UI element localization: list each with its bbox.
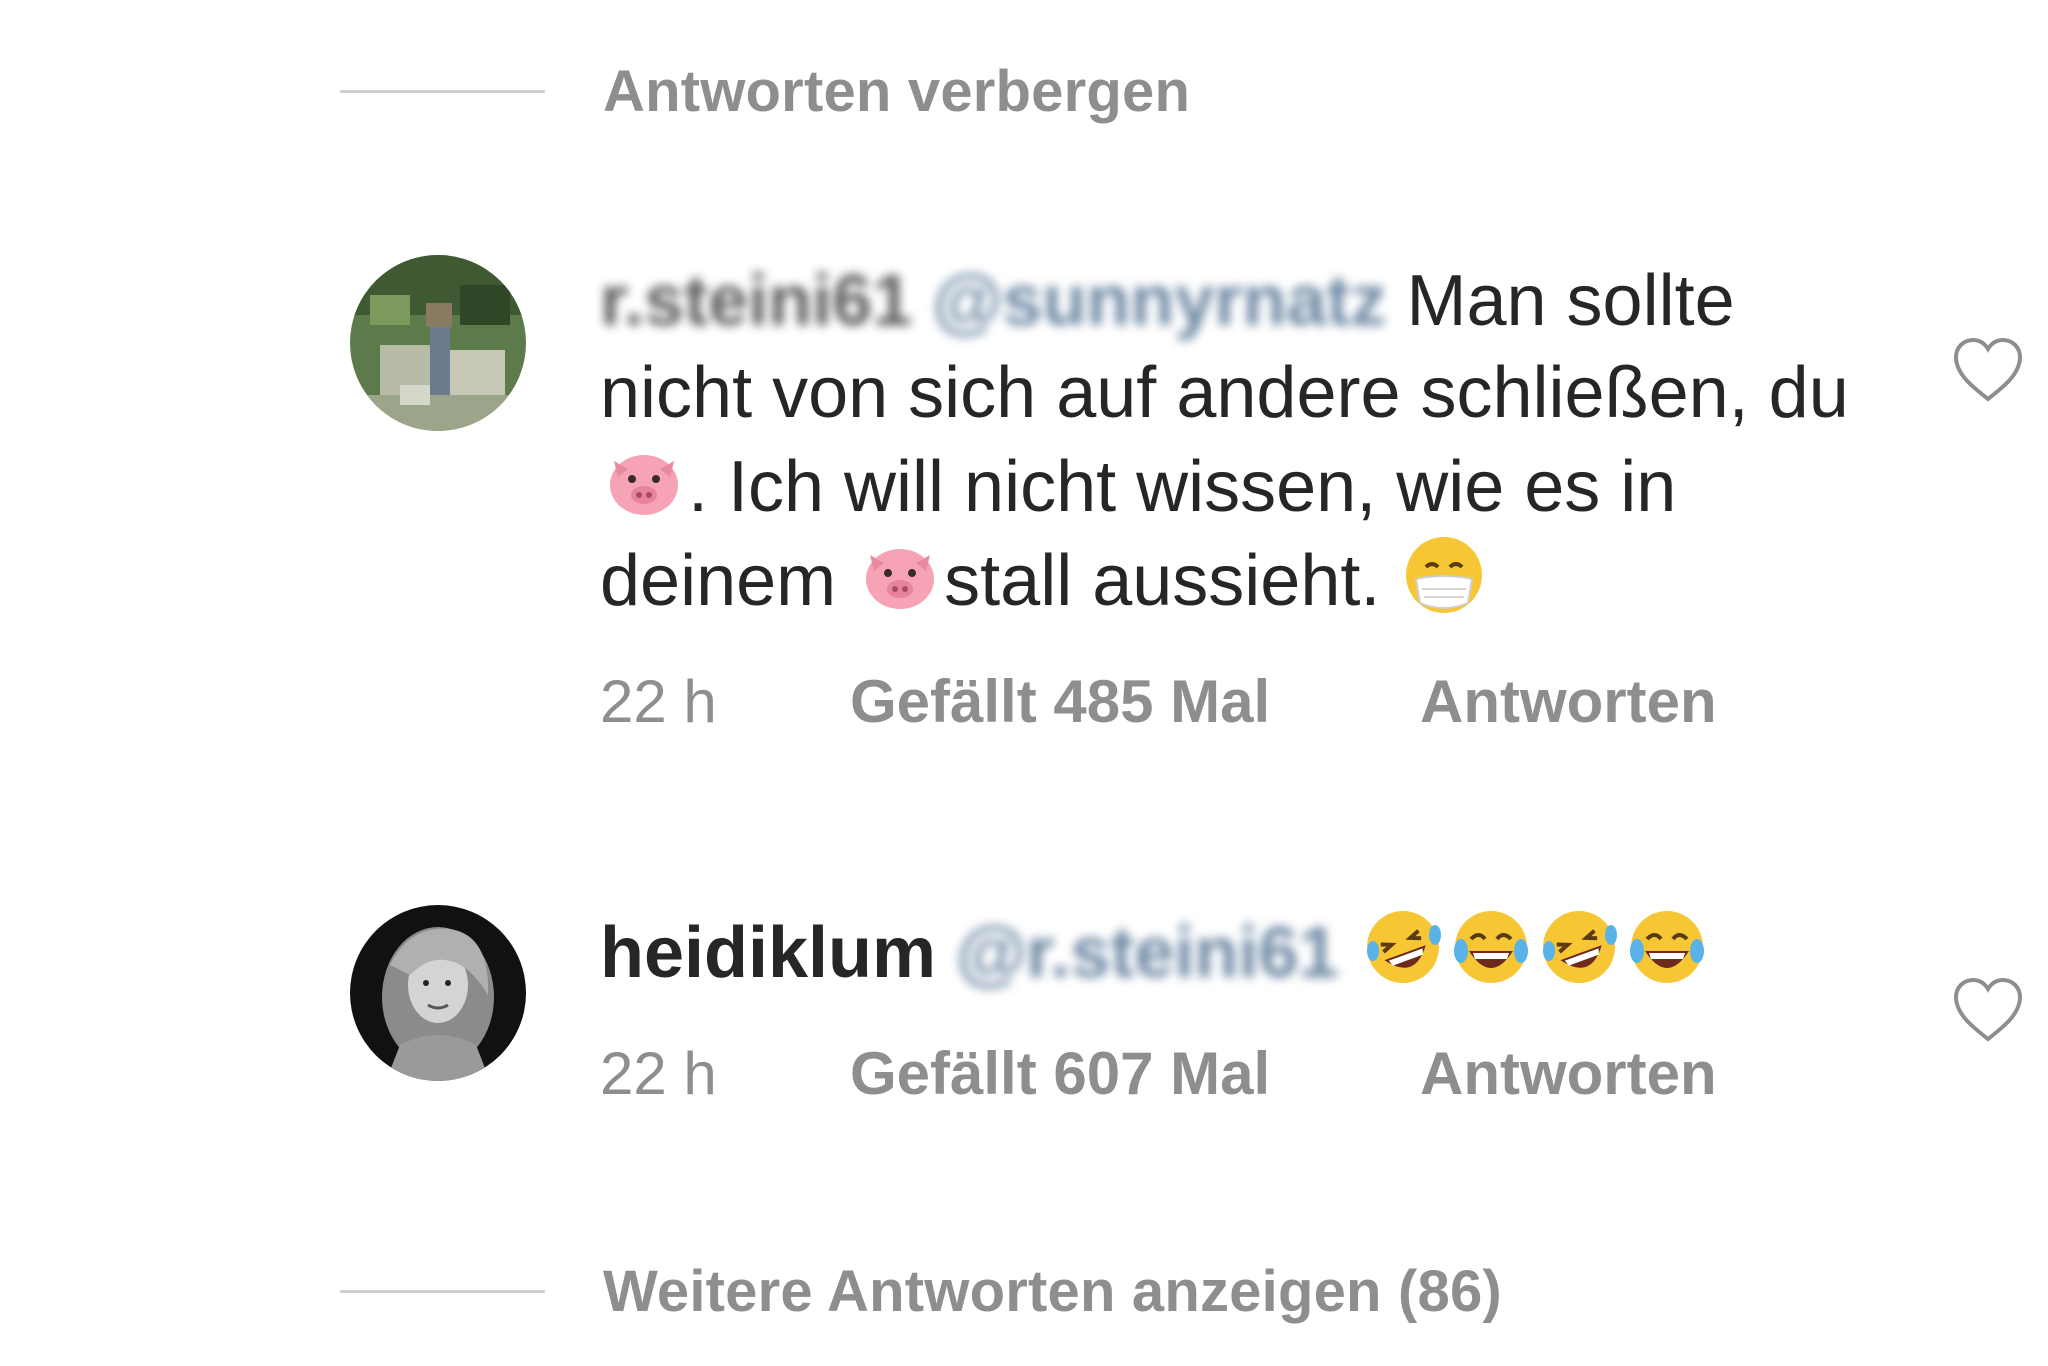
reply-button[interactable]: Antworten <box>1420 1039 1717 1108</box>
heart-outline-icon[interactable] <box>1950 975 2026 1045</box>
view-more-replies-label[interactable]: Weitere Antworten anzeigen (86) <box>603 1258 1502 1325</box>
comment-likes-count[interactable]: Gefällt 485 Mal <box>850 667 1420 736</box>
rolling-on-floor-laughing-emoji <box>1361 905 1445 989</box>
comment-timestamp[interactable]: 22 h <box>600 667 850 736</box>
comment-meta: 22 h Gefällt 607 Mal Antworten <box>600 1039 1880 1108</box>
comment-likes-count[interactable]: Gefällt 607 Mal <box>850 1039 1420 1108</box>
hide-replies-toggle[interactable]: Antworten verbergen <box>340 58 1190 125</box>
thread-divider-line <box>340 1290 545 1293</box>
comment-text: heidiklum @r.steini61 <box>600 905 1880 999</box>
pig-face-emoji <box>858 533 942 617</box>
pig-face-emoji <box>602 439 686 523</box>
comment-username[interactable]: heidiklum <box>600 913 936 993</box>
rolling-on-floor-laughing-emoji <box>1537 905 1621 989</box>
hide-replies-label[interactable]: Antworten verbergen <box>603 58 1190 125</box>
comment-text-part: stall aussieht. <box>944 541 1401 621</box>
comment-text: r.steini61 @sunnyrnatz Man sollte nicht … <box>600 255 1880 627</box>
comment-mention[interactable]: @sunnyrnatz <box>932 261 1386 341</box>
view-more-replies-toggle[interactable]: Weitere Antworten anzeigen (86) <box>340 1258 1502 1325</box>
comment-thread: Antworten verbergen r.steini61 @sunnyrna… <box>0 0 2048 1366</box>
avatar[interactable] <box>350 905 526 1081</box>
face-with-tears-of-joy-emoji <box>1449 905 1533 989</box>
comment-meta: 22 h Gefällt 485 Mal Antworten <box>600 667 1880 736</box>
comment-timestamp[interactable]: 22 h <box>600 1039 850 1108</box>
comment-username[interactable]: r.steini61 <box>600 261 912 341</box>
comment-body: heidiklum @r.steini61 22 h Gefällt 607 M… <box>600 905 1880 1108</box>
thread-divider-line <box>340 90 545 93</box>
heart-outline-icon[interactable] <box>1950 335 2026 405</box>
reply-button[interactable]: Antworten <box>1420 667 1717 736</box>
comment-body: r.steini61 @sunnyrnatz Man sollte nicht … <box>600 255 1880 736</box>
face-with-medical-mask-emoji <box>1402 533 1486 617</box>
comment-mention[interactable]: @r.steini61 <box>956 913 1338 993</box>
face-with-tears-of-joy-emoji <box>1625 905 1709 989</box>
avatar[interactable] <box>350 255 526 431</box>
